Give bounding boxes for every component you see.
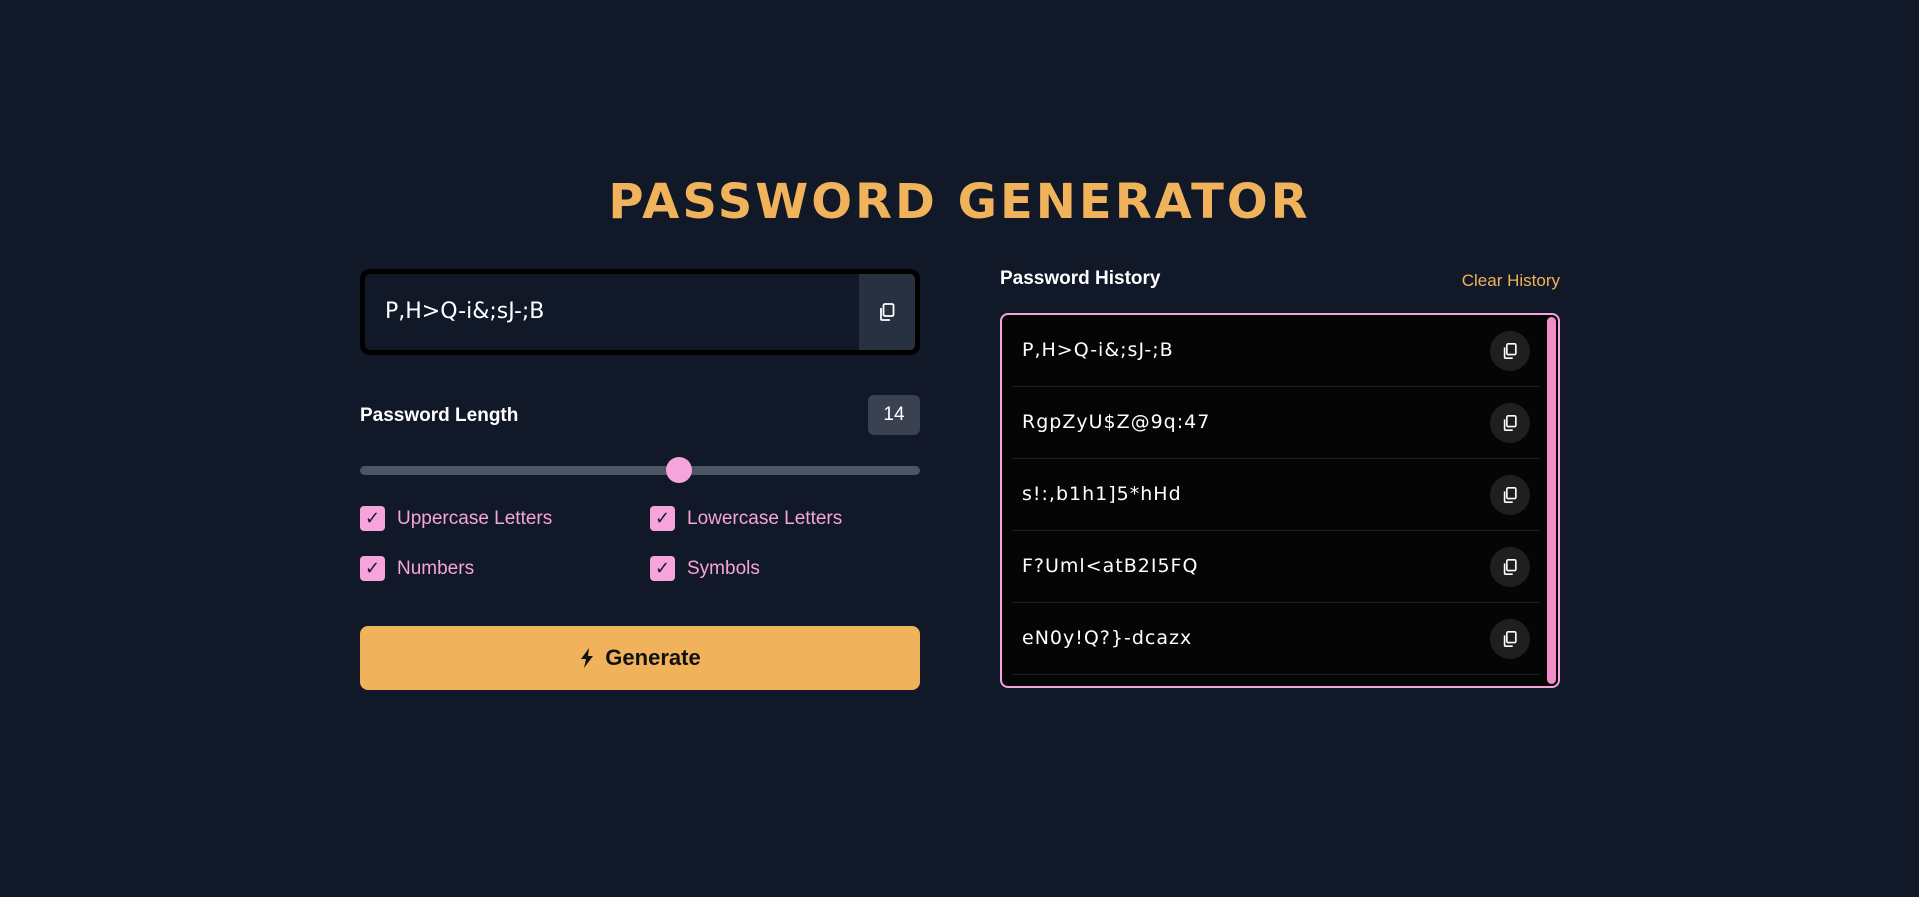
generate-button[interactable]: Generate [360, 626, 920, 690]
history-password: eN0y!Q?}-dcazx [1022, 627, 1193, 649]
history-item: s!:,b1h1]5*hHd [1012, 459, 1540, 531]
history-list-container: P,H>Q-i&;sJ-;B RgpZyU$Z@9q:47 s!:,b1h1]5… [1000, 313, 1560, 688]
password-generator-page: PASSWORD GENERATOR P,H>Q-i&;sJ-;B Passwo… [0, 0, 1919, 897]
history-title: Password History [1000, 268, 1161, 289]
option-label: Uppercase Letters [397, 507, 553, 529]
symbols-checkbox[interactable]: ✓ [650, 556, 675, 581]
history-scrollbar[interactable] [1547, 317, 1556, 684]
history-header: Password History Clear History [1000, 266, 1560, 296]
history-password: s!:,b1h1]5*hHd [1022, 483, 1182, 505]
history-item: P,H>Q-i&;sJ-;B [1012, 315, 1540, 387]
history-password: P,H>Q-i&;sJ-;B [1022, 339, 1174, 361]
copy-password-button[interactable] [859, 274, 915, 350]
history-list: P,H>Q-i&;sJ-;B RgpZyU$Z@9q:47 s!:,b1h1]5… [1012, 315, 1540, 675]
numbers-checkbox[interactable]: ✓ [360, 556, 385, 581]
history-panel: Password History Clear History P,H>Q-i&;… [1000, 266, 1560, 688]
option-label: Numbers [397, 557, 475, 579]
option-label: Symbols [687, 557, 760, 579]
lightning-bolt-icon [579, 647, 595, 669]
history-copy-button[interactable] [1490, 547, 1530, 587]
copy-icon [880, 303, 895, 321]
generate-label: Generate [605, 645, 701, 670]
password-display: P,H>Q-i&;sJ-;B [360, 269, 920, 355]
options-grid: ✓ Uppercase Letters ✓ Lowercase Letters … [360, 506, 920, 606]
password-output: P,H>Q-i&;sJ-;B [385, 299, 545, 324]
option-symbols[interactable]: ✓ Symbols [650, 556, 760, 581]
slider-thumb[interactable] [666, 457, 693, 483]
copy-icon [1503, 342, 1517, 360]
length-slider[interactable] [360, 457, 920, 483]
history-item: eN0y!Q?}-dcazx [1012, 603, 1540, 675]
option-numbers[interactable]: ✓ Numbers [360, 556, 474, 581]
option-lowercase[interactable]: ✓ Lowercase Letters [650, 506, 842, 531]
history-copy-button[interactable] [1490, 403, 1530, 443]
history-item: F?Uml<atB2I5FQ [1012, 531, 1540, 603]
option-uppercase[interactable]: ✓ Uppercase Letters [360, 506, 552, 531]
history-copy-button[interactable] [1490, 475, 1530, 515]
history-copy-button[interactable] [1490, 619, 1530, 659]
length-label: Password Length [360, 405, 519, 426]
option-label: Lowercase Letters [687, 507, 843, 529]
length-value: 14 [868, 395, 920, 435]
uppercase-checkbox[interactable]: ✓ [360, 506, 385, 531]
slider-track[interactable] [360, 466, 920, 475]
lowercase-checkbox[interactable]: ✓ [650, 506, 675, 531]
generator-panel: P,H>Q-i&;sJ-;B Password Length 14 ✓ Uppe… [360, 269, 920, 690]
history-password: RgpZyU$Z@9q:47 [1022, 411, 1211, 433]
history-copy-button[interactable] [1490, 331, 1530, 371]
clear-history-button[interactable]: Clear History [1462, 271, 1560, 291]
copy-icon [1503, 486, 1517, 504]
page-title: PASSWORD GENERATOR [608, 174, 1311, 230]
length-row: Password Length 14 [360, 395, 920, 435]
copy-icon [1503, 630, 1517, 648]
copy-icon [1503, 558, 1517, 576]
copy-icon [1503, 414, 1517, 432]
history-password: F?Uml<atB2I5FQ [1022, 555, 1199, 577]
history-item: RgpZyU$Z@9q:47 [1012, 387, 1540, 459]
